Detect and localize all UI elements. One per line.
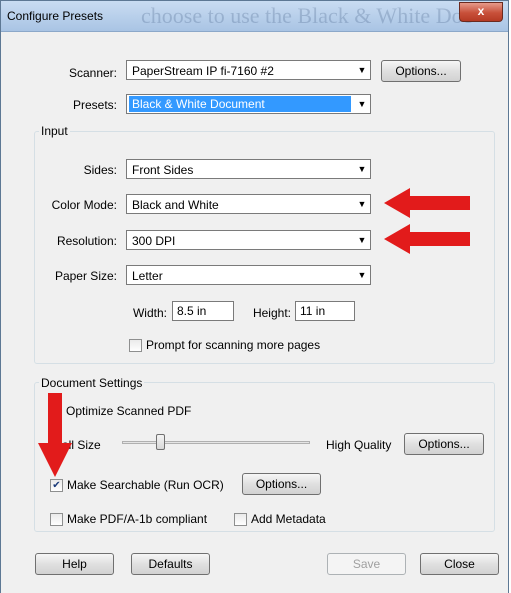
make-searchable-label: Make Searchable (Run OCR)	[67, 478, 224, 492]
width-label: Width:	[132, 306, 167, 320]
window-title: Configure Presets	[7, 9, 104, 23]
help-button[interactable]: Help	[35, 553, 114, 575]
paper-size-select[interactable]: Letter ▼	[126, 265, 371, 285]
chevron-down-icon: ▼	[357, 199, 367, 209]
sides-label: Sides:	[83, 163, 117, 177]
high-quality-label: High Quality	[326, 438, 392, 452]
scanner-value: PaperStream IP fi-7160 #2	[132, 64, 274, 78]
chevron-down-icon: ▼	[357, 164, 367, 174]
height-label: Height:	[252, 306, 291, 320]
window-close-button[interactable]: x	[459, 2, 503, 22]
scanner-label: Scanner:	[68, 66, 117, 80]
close-button[interactable]: Close	[420, 553, 499, 575]
scanner-select[interactable]: PaperStream IP fi-7160 #2 ▼	[126, 60, 371, 80]
quality-slider-thumb[interactable]	[156, 434, 165, 450]
defaults-button[interactable]: Defaults	[131, 553, 210, 575]
sides-value: Front Sides	[132, 163, 194, 177]
optimize-options-button[interactable]: Options...	[404, 433, 484, 455]
red-arrow-icon	[384, 224, 470, 254]
presets-select[interactable]: Black & White Document ▼	[126, 94, 371, 114]
pdfa-label: Make PDF/A-1b compliant	[67, 512, 208, 526]
save-button[interactable]: Save	[327, 553, 406, 575]
sides-select[interactable]: Front Sides ▼	[126, 159, 371, 179]
title-bar: choose to use the Black & White Doc Conf…	[1, 1, 508, 32]
prompt-more-pages-checkbox[interactable]	[129, 339, 142, 352]
resolution-select[interactable]: 300 DPI ▼	[126, 230, 371, 250]
red-arrow-icon	[384, 188, 470, 218]
document-settings-title: Document Settings	[39, 376, 145, 390]
paper-size-value: Letter	[132, 269, 163, 283]
input-group-title: Input	[39, 124, 70, 138]
red-arrow-icon	[38, 393, 72, 477]
color-mode-value: Black and White	[132, 198, 219, 212]
height-input[interactable]: 11 in	[295, 301, 355, 321]
chevron-down-icon: ▼	[357, 270, 367, 280]
chevron-down-icon: ▼	[357, 235, 367, 245]
resolution-value: 300 DPI	[132, 234, 176, 248]
ocr-options-button[interactable]: Options...	[242, 473, 321, 495]
pdfa-checkbox[interactable]	[50, 513, 63, 526]
close-icon: x	[477, 4, 485, 18]
title-watermark: choose to use the Black & White Doc	[141, 3, 473, 28]
optimize-scanned-pdf-label: Optimize Scanned PDF	[66, 404, 192, 418]
scanner-options-button[interactable]: Options...	[381, 60, 461, 82]
paper-size-label: Paper Size:	[54, 269, 117, 283]
chevron-down-icon: ▼	[357, 99, 367, 109]
presets-value: Black & White Document	[129, 96, 351, 112]
color-mode-label: Color Mode:	[51, 198, 117, 212]
add-metadata-checkbox[interactable]	[234, 513, 247, 526]
color-mode-select[interactable]: Black and White ▼	[126, 194, 371, 214]
resolution-label: Resolution:	[56, 234, 117, 248]
make-searchable-checkbox[interactable]: ✔	[50, 479, 63, 492]
presets-label: Presets:	[72, 98, 117, 112]
prompt-more-pages-label: Prompt for scanning more pages	[146, 338, 321, 352]
add-metadata-label: Add Metadata	[251, 512, 326, 526]
width-input[interactable]: 8.5 in	[172, 301, 234, 321]
chevron-down-icon: ▼	[357, 65, 367, 75]
quality-slider-track[interactable]	[122, 441, 310, 444]
configure-presets-dialog: choose to use the Black & White Doc Conf…	[0, 0, 509, 593]
